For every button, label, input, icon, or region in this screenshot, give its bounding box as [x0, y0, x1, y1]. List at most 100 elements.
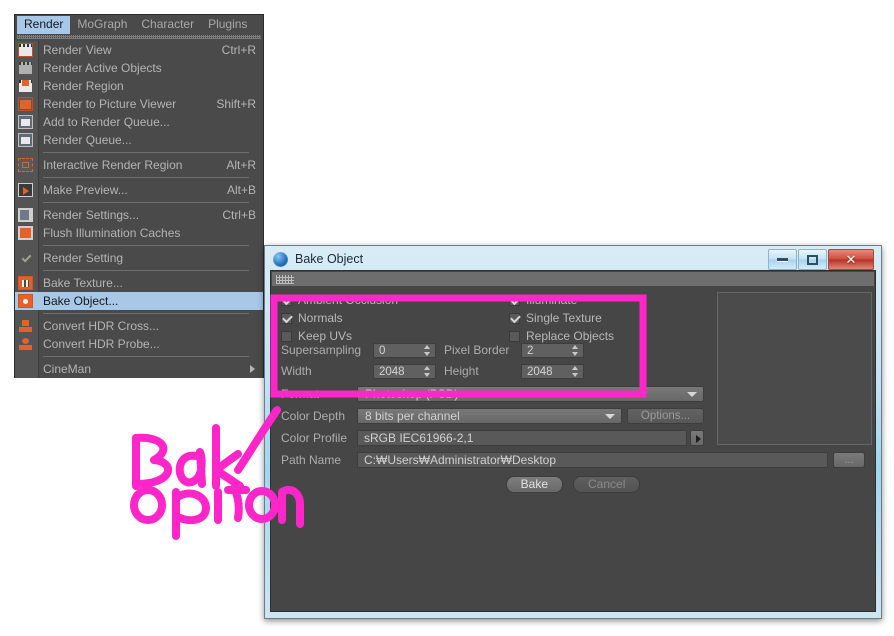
- bake-button[interactable]: Bake: [505, 476, 563, 493]
- bake-object-icon: [18, 294, 33, 308]
- stepper-icon[interactable]: [424, 366, 431, 377]
- checkbox-keep-uvs[interactable]: Keep UVs: [281, 330, 509, 343]
- path-name-value: C:₩Users₩Administrator₩Desktop: [364, 452, 557, 467]
- menu-item-render-region[interactable]: Render Region: [15, 77, 263, 95]
- menubar-item-plugins[interactable]: Plugins: [201, 16, 254, 34]
- color-profile-input[interactable]: sRGB IEC61966-2,1: [357, 430, 687, 446]
- browse-path-button[interactable]: ...: [833, 452, 865, 468]
- convert-hdr-probe-icon: [18, 337, 33, 351]
- menu-item-bake-object[interactable]: Bake Object...: [15, 292, 263, 310]
- add-render-queue-icon: [18, 115, 33, 129]
- dialog-title: Bake Object: [295, 252, 364, 266]
- stepper-icon[interactable]: [572, 345, 579, 356]
- menu-separator: [15, 242, 263, 249]
- menu-item-render-setting[interactable]: Render Setting: [15, 249, 263, 267]
- menu-item-interactive-render-region[interactable]: Interactive Render Region Alt+R: [15, 156, 263, 174]
- menu-item-label: Flush Illumination Caches: [43, 225, 181, 240]
- checkbox-replace-objects[interactable]: Replace Objects: [509, 330, 614, 343]
- checkbox-label: Illuminate: [526, 293, 578, 307]
- menu-item-render-settings[interactable]: Render Settings... Ctrl+B: [15, 206, 263, 224]
- dialog-title-bar[interactable]: Bake Object ✕: [270, 248, 876, 270]
- options-button-label: Options...: [640, 410, 691, 422]
- menu-item-make-preview[interactable]: Make Preview... Alt+B: [15, 181, 263, 199]
- color-profile-menu-button[interactable]: [690, 430, 704, 446]
- menu-item-list: Render View Ctrl+R Render Active Objects…: [15, 41, 263, 378]
- checkbox-single-texture[interactable]: Single Texture: [509, 312, 602, 325]
- stepper-icon[interactable]: [572, 366, 579, 377]
- width-label: Width: [281, 364, 312, 378]
- height-input[interactable]: 2048: [521, 364, 584, 379]
- menu-item-label: Render to Picture Viewer: [43, 96, 177, 111]
- checkbox-normals[interactable]: Normals: [281, 312, 509, 325]
- menu-item-render-queue[interactable]: Render Queue...: [15, 131, 263, 149]
- supersampling-input[interactable]: 0: [373, 343, 436, 358]
- app-icon: [273, 251, 288, 267]
- cancel-button[interactable]: Cancel: [573, 476, 641, 493]
- menu-item-accelerator: Ctrl+B: [222, 207, 256, 222]
- menu-separator: [15, 174, 263, 181]
- interactive-render-region-icon: [18, 158, 33, 172]
- pixel-border-input[interactable]: 2: [521, 343, 584, 358]
- format-options-button[interactable]: Options...: [627, 408, 704, 424]
- checkbox-label: Replace Objects: [526, 329, 615, 343]
- menubar-item-render[interactable]: Render: [17, 15, 71, 34]
- menu-item-label: Render Setting: [43, 250, 124, 265]
- chevron-right-icon: [250, 365, 255, 373]
- cancel-button-label: Cancel: [588, 477, 626, 491]
- menu-separator: [15, 267, 263, 274]
- checkbox-illuminate[interactable]: Illuminate: [509, 294, 577, 307]
- menu-item-render-to-picture-viewer[interactable]: Render to Picture Viewer Shift+R: [15, 95, 263, 113]
- supersampling-value: 0: [379, 344, 386, 357]
- render-settings-icon: [18, 208, 33, 222]
- menu-separator: [15, 310, 263, 317]
- render-queue-icon: [18, 133, 33, 147]
- chevron-down-icon: [687, 391, 697, 397]
- menu-item-render-active-objects[interactable]: Render Active Objects: [15, 59, 263, 77]
- path-name-label: Path Name: [281, 452, 342, 467]
- checkbox-box-icon: [281, 331, 292, 342]
- close-button[interactable]: ✕: [828, 249, 874, 270]
- supersampling-label: Supersampling: [281, 343, 362, 357]
- format-select[interactable]: Photoshop (PSD): [357, 386, 704, 402]
- checkbox-box-icon: [509, 295, 520, 306]
- checkbox-label: Normals: [298, 311, 343, 325]
- menu-item-bake-texture[interactable]: Bake Texture...: [15, 274, 263, 292]
- menu-item-convert-hdr-cross[interactable]: Convert HDR Cross...: [15, 317, 263, 335]
- width-input[interactable]: 2048: [373, 364, 436, 379]
- checkbox-ambient-occlusion[interactable]: Ambient Occlusion: [281, 294, 509, 307]
- format-value: Photoshop (PSD): [365, 386, 459, 401]
- format-label: Format: [281, 386, 320, 401]
- maximize-button[interactable]: [798, 249, 827, 270]
- path-name-input[interactable]: C:₩Users₩Administrator₩Desktop: [357, 452, 828, 468]
- menu-separator: [15, 199, 263, 206]
- menu-item-label: Interactive Render Region: [43, 157, 183, 172]
- menu-item-convert-hdr-probe[interactable]: Convert HDR Probe...: [15, 335, 263, 353]
- make-preview-icon: [18, 183, 33, 197]
- menu-item-label: Add to Render Queue...: [43, 114, 170, 129]
- menu-separator: [15, 149, 263, 156]
- menu-bar: Render MoGraph Character Plugins: [15, 15, 263, 34]
- chevron-down-icon: [605, 413, 615, 419]
- menu-item-render-view[interactable]: Render View Ctrl+R: [15, 41, 263, 59]
- menu-item-add-to-render-queue[interactable]: Add to Render Queue...: [15, 113, 263, 131]
- menu-item-flush-illumination-caches[interactable]: Flush Illumination Caches: [15, 224, 263, 242]
- checkbox-label: Keep UVs: [298, 329, 353, 343]
- browse-button-label: ...: [844, 454, 854, 466]
- flush-illumination-caches-icon: [18, 226, 33, 240]
- annotation-handwriting-bake: [132, 424, 244, 490]
- height-label: Height: [444, 364, 479, 378]
- menu-item-label: Render Queue...: [43, 132, 132, 147]
- menubar-item-mograph[interactable]: MoGraph: [70, 16, 134, 34]
- dialog-toolbar-grip[interactable]: [272, 272, 874, 286]
- minimize-button[interactable]: [768, 249, 797, 270]
- color-depth-select[interactable]: 8 bits per channel: [357, 408, 622, 424]
- checkbox-label: Single Texture: [526, 311, 602, 325]
- stepper-icon[interactable]: [424, 345, 431, 356]
- color-profile-value: sRGB IEC61966-2,1: [364, 430, 474, 445]
- checkbox-box-icon: [281, 313, 292, 324]
- checkbox-box-icon: [509, 313, 520, 324]
- menu-item-cineman[interactable]: CineMan: [15, 360, 263, 378]
- menu-item-label: Bake Object...: [43, 293, 119, 308]
- menu-drag-grip[interactable]: [15, 34, 263, 41]
- menubar-item-character[interactable]: Character: [134, 16, 201, 34]
